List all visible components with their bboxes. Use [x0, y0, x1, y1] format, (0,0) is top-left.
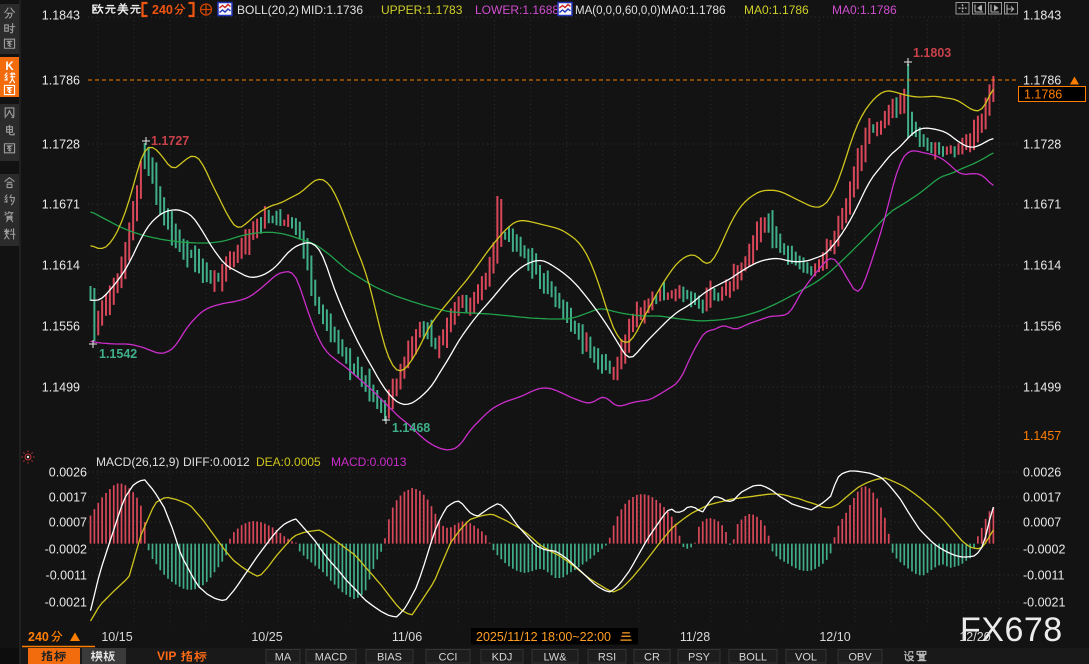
svg-text:DIFF:0.0012: DIFF:0.0012 [183, 455, 250, 469]
svg-text:1.1556: 1.1556 [1023, 320, 1061, 334]
svg-text:0.0017: 0.0017 [49, 491, 87, 505]
svg-text:RSI: RSI [598, 652, 616, 664]
svg-text:MID:1.1736: MID:1.1736 [301, 3, 363, 17]
svg-text:MACD: MACD [315, 652, 347, 664]
svg-text:-0.0011: -0.0011 [1023, 569, 1065, 583]
svg-text:1.1614: 1.1614 [42, 259, 80, 273]
svg-text:CCI: CCI [439, 652, 458, 664]
svg-text:1.1614: 1.1614 [1023, 259, 1061, 273]
svg-text:0.0026: 0.0026 [1023, 466, 1061, 480]
svg-text:1.1843: 1.1843 [42, 9, 80, 23]
svg-text:1.1468: 1.1468 [392, 421, 430, 435]
svg-text:1.1786: 1.1786 [1024, 88, 1062, 102]
svg-text:VOL: VOL [795, 652, 817, 664]
svg-text:1.1542: 1.1542 [99, 347, 137, 361]
svg-text:MA0:1.1786: MA0:1.1786 [744, 3, 809, 17]
svg-text:1.1499: 1.1499 [1023, 381, 1061, 395]
svg-text:-0.0011: -0.0011 [46, 569, 88, 583]
svg-text:BOLL: BOLL [739, 652, 767, 664]
svg-text:1.1727: 1.1727 [151, 134, 189, 148]
svg-text:BOLL(20,2): BOLL(20,2) [237, 3, 299, 17]
svg-text:LOWER:1.1688: LOWER:1.1688 [475, 3, 559, 17]
svg-text:1.1803: 1.1803 [913, 46, 951, 60]
svg-text:MA: MA [275, 652, 292, 664]
svg-text:UPPER:1.1783: UPPER:1.1783 [381, 3, 463, 17]
svg-text:MA0:1.1786: MA0:1.1786 [832, 3, 897, 17]
svg-text:-0.0002: -0.0002 [1023, 543, 1065, 557]
svg-text:10/15: 10/15 [101, 630, 132, 644]
svg-text:VIP: VIP [157, 649, 176, 663]
svg-text:12/10: 12/10 [819, 630, 850, 644]
svg-text:1.1843: 1.1843 [1023, 9, 1061, 23]
svg-text:11/06: 11/06 [392, 630, 422, 644]
svg-text:11/28: 11/28 [680, 630, 710, 644]
svg-text:KDJ: KDJ [492, 652, 513, 664]
svg-text:2025/11/12 18:00~22:00: 2025/11/12 18:00~22:00 [476, 630, 611, 644]
svg-text:0.0026: 0.0026 [49, 466, 87, 480]
svg-text:1.1671: 1.1671 [42, 198, 80, 212]
svg-text:1.1457: 1.1457 [1023, 429, 1061, 443]
svg-text:1.1728: 1.1728 [1023, 138, 1061, 152]
svg-text:-0.0021: -0.0021 [45, 596, 87, 610]
svg-text:DEA:0.0005: DEA:0.0005 [256, 455, 321, 469]
svg-text:0.0007: 0.0007 [1023, 516, 1061, 530]
svg-text:10/25: 10/25 [251, 630, 282, 644]
svg-text:1.1786: 1.1786 [1023, 74, 1061, 88]
svg-text:MA(0,0,0,60,0,0): MA(0,0,0,60,0,0) [575, 5, 661, 17]
svg-text:-0.0021: -0.0021 [1023, 596, 1065, 610]
svg-text:-0.0002: -0.0002 [45, 543, 87, 557]
svg-text:1.1786: 1.1786 [42, 74, 80, 88]
svg-text:MA0:1.1786: MA0:1.1786 [661, 3, 726, 17]
svg-text:1.1671: 1.1671 [1023, 198, 1061, 212]
svg-text:240: 240 [28, 630, 49, 644]
svg-text:1.1499: 1.1499 [42, 381, 80, 395]
svg-text:MACD(26,12,9): MACD(26,12,9) [96, 455, 179, 469]
svg-text:1.1728: 1.1728 [42, 138, 80, 152]
svg-text:12/20: 12/20 [959, 630, 990, 644]
svg-text:1.1556: 1.1556 [42, 320, 80, 334]
svg-text:BIAS: BIAS [377, 652, 402, 664]
svg-text:CR: CR [644, 652, 660, 664]
svg-text:0.0007: 0.0007 [49, 516, 87, 530]
svg-text:240: 240 [152, 3, 173, 17]
svg-text:MACD:0.0013: MACD:0.0013 [331, 455, 407, 469]
svg-text:K: K [5, 61, 14, 73]
svg-text:OBV: OBV [848, 652, 872, 664]
svg-text:PSY: PSY [688, 652, 711, 664]
svg-text:0.0017: 0.0017 [1023, 491, 1061, 505]
svg-text:LW&: LW& [543, 652, 567, 664]
